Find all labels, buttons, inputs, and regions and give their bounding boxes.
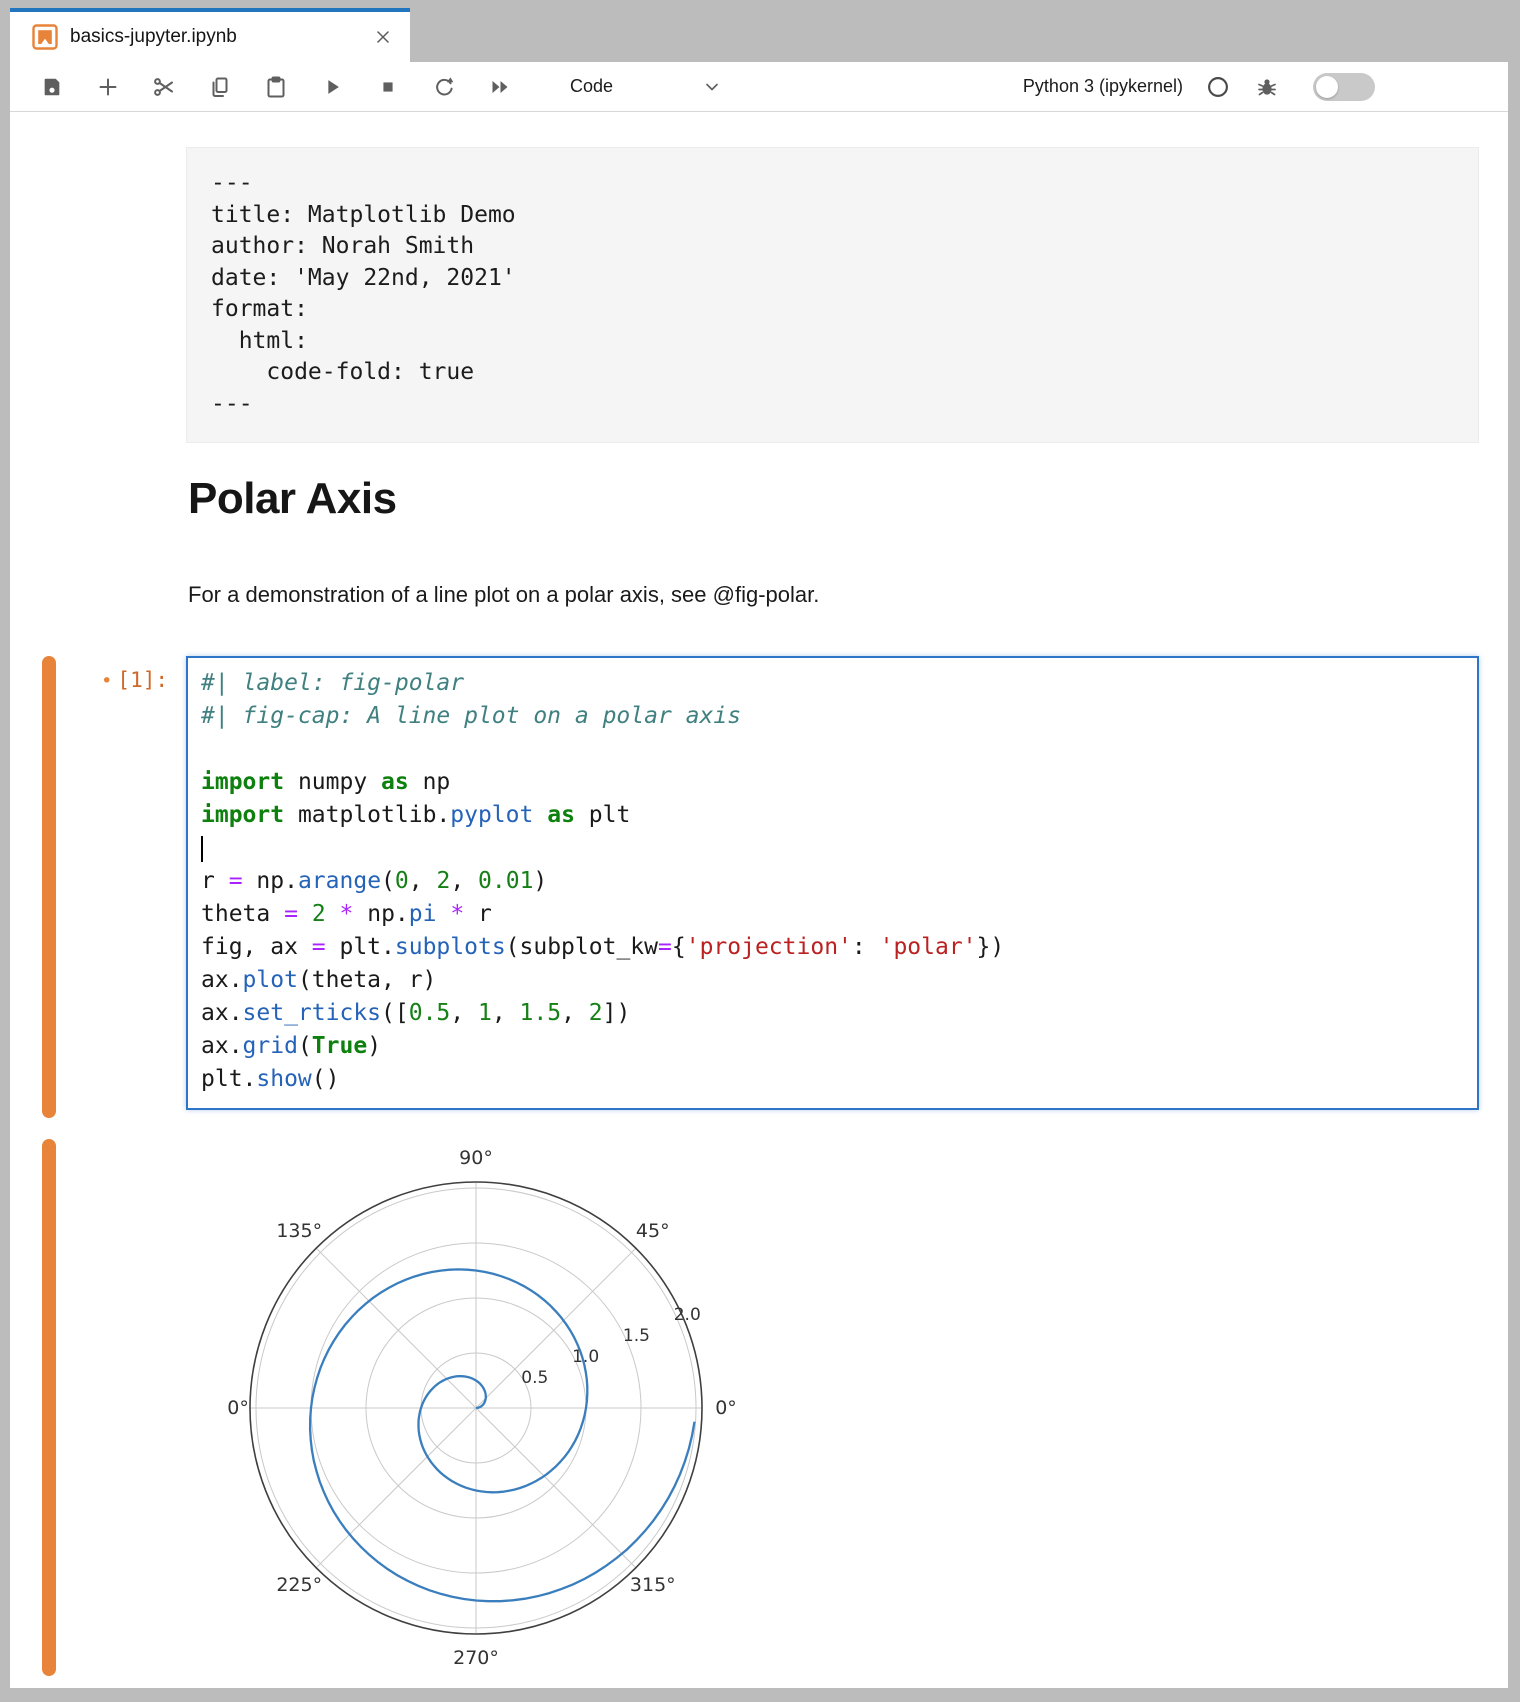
svg-text:180°: 180° bbox=[226, 1397, 249, 1419]
raw-line: html: bbox=[211, 326, 1478, 358]
raw-line: date: 'May 22nd, 2021' bbox=[211, 263, 1478, 295]
run-cell-button[interactable] bbox=[320, 75, 344, 99]
notebook-content: ---title: Matplotlib Demoauthor: Norah S… bbox=[10, 112, 1508, 1688]
raw-frontmatter-cell[interactable]: ---title: Matplotlib Demoauthor: Norah S… bbox=[186, 147, 1479, 443]
restart-icon bbox=[432, 75, 456, 99]
svg-text:0°: 0° bbox=[715, 1397, 737, 1419]
svg-text:90°: 90° bbox=[459, 1147, 493, 1169]
notebook-toolbar: Code Python 3 (ipykernel) bbox=[10, 62, 1508, 112]
kernel-status-indicator[interactable] bbox=[1205, 74, 1231, 100]
paste-icon bbox=[264, 75, 288, 99]
raw-line: code-fold: true bbox=[211, 357, 1478, 389]
save-button[interactable] bbox=[40, 75, 64, 99]
svg-text:1.0: 1.0 bbox=[572, 1347, 599, 1367]
output-collapser-bar[interactable] bbox=[42, 1139, 56, 1676]
polar-plot-output: 0.5 1.0 1.5 2.0 0° 45° 90° 135° 180° 225° 270° 315° bbox=[226, 1143, 746, 1673]
plus-icon bbox=[96, 75, 120, 99]
chevron-down-icon bbox=[702, 77, 722, 97]
code-line: fig, ax = plt.subplots(subplot_kw={'proj… bbox=[201, 931, 1477, 964]
code-line: plt.show() bbox=[201, 1063, 1477, 1096]
svg-text:45°: 45° bbox=[636, 1220, 670, 1242]
cell-type-dropdown[interactable]: Code bbox=[570, 76, 722, 97]
code-line: import matplotlib.pyplot as plt bbox=[201, 799, 1477, 832]
kernel-name[interactable]: Python 3 (ipykernel) bbox=[1023, 76, 1183, 97]
code-line: ax.plot(theta, r) bbox=[201, 964, 1477, 997]
code-line: ax.set_rticks([0.5, 1, 1.5, 2]) bbox=[201, 997, 1477, 1030]
code-line: theta = 2 * np.pi * r bbox=[201, 898, 1477, 931]
polar-chart: 0.5 1.0 1.5 2.0 0° 45° 90° 135° 180° 225° 270° 315° bbox=[226, 1143, 746, 1673]
simple-interface-toggle[interactable] bbox=[1313, 73, 1375, 101]
svg-text:270°: 270° bbox=[453, 1647, 499, 1669]
text-cursor bbox=[201, 836, 203, 862]
close-icon[interactable] bbox=[372, 26, 394, 48]
notebook-tab[interactable]: basics-jupyter.ipynb bbox=[10, 8, 410, 62]
unsaved-dot: • bbox=[101, 670, 112, 692]
jupyterlab-window: basics-jupyter.ipynb bbox=[10, 8, 1508, 1688]
svg-text:225°: 225° bbox=[276, 1574, 322, 1596]
code-line bbox=[201, 832, 1477, 865]
debugger-button[interactable] bbox=[1255, 75, 1279, 99]
toolbar-right-group: Python 3 (ipykernel) bbox=[1023, 73, 1508, 101]
restart-run-all-button[interactable] bbox=[488, 75, 512, 99]
raw-line: title: Matplotlib Demo bbox=[211, 200, 1478, 232]
tab-bar: basics-jupyter.ipynb bbox=[10, 8, 1508, 62]
input-collapser-bar[interactable] bbox=[42, 656, 56, 1118]
notebook-file-icon bbox=[32, 24, 58, 50]
code-line: ax.grid(True) bbox=[201, 1030, 1477, 1063]
svg-text:315°: 315° bbox=[630, 1574, 676, 1596]
code-editor[interactable]: #| label: fig-polar#| fig-cap: A line pl… bbox=[186, 656, 1479, 1110]
svg-text:2.0: 2.0 bbox=[674, 1305, 701, 1325]
bug-icon bbox=[1255, 75, 1279, 99]
copy-cells-button[interactable] bbox=[208, 75, 232, 99]
restart-kernel-button[interactable] bbox=[432, 75, 456, 99]
markdown-heading: Polar Axis bbox=[188, 474, 397, 524]
code-line: import numpy as np bbox=[201, 766, 1477, 799]
fast-forward-icon bbox=[488, 74, 512, 100]
execution-count-prompt: •[1]: bbox=[40, 668, 168, 692]
raw-line: --- bbox=[211, 168, 1478, 200]
cell-type-value: Code bbox=[570, 76, 613, 97]
stop-icon bbox=[377, 76, 399, 98]
code-line: #| fig-cap: A line plot on a polar axis bbox=[201, 700, 1477, 733]
cut-cells-button[interactable] bbox=[152, 75, 176, 99]
paste-cells-button[interactable] bbox=[264, 75, 288, 99]
scissors-icon bbox=[152, 74, 176, 100]
toggle-knob bbox=[1316, 76, 1338, 98]
insert-cell-button[interactable] bbox=[96, 75, 120, 99]
interrupt-kernel-button[interactable] bbox=[376, 75, 400, 99]
markdown-paragraph: For a demonstration of a line plot on a … bbox=[188, 582, 819, 608]
raw-line: --- bbox=[211, 389, 1478, 421]
tab-title: basics-jupyter.ipynb bbox=[70, 26, 372, 48]
kernel-idle-circle-icon bbox=[1205, 74, 1231, 100]
svg-text:135°: 135° bbox=[276, 1220, 322, 1242]
run-icon bbox=[321, 76, 343, 98]
code-line: #| label: fig-polar bbox=[201, 667, 1477, 700]
svg-text:0.5: 0.5 bbox=[521, 1368, 548, 1388]
save-icon bbox=[41, 76, 63, 98]
svg-text:1.5: 1.5 bbox=[623, 1326, 650, 1346]
raw-line: author: Norah Smith bbox=[211, 231, 1478, 263]
code-line: r = np.arange(0, 2, 0.01) bbox=[201, 865, 1477, 898]
raw-line: format: bbox=[211, 294, 1478, 326]
code-line bbox=[201, 733, 1477, 766]
copy-icon bbox=[208, 75, 232, 99]
execution-count: [1]: bbox=[117, 668, 168, 692]
